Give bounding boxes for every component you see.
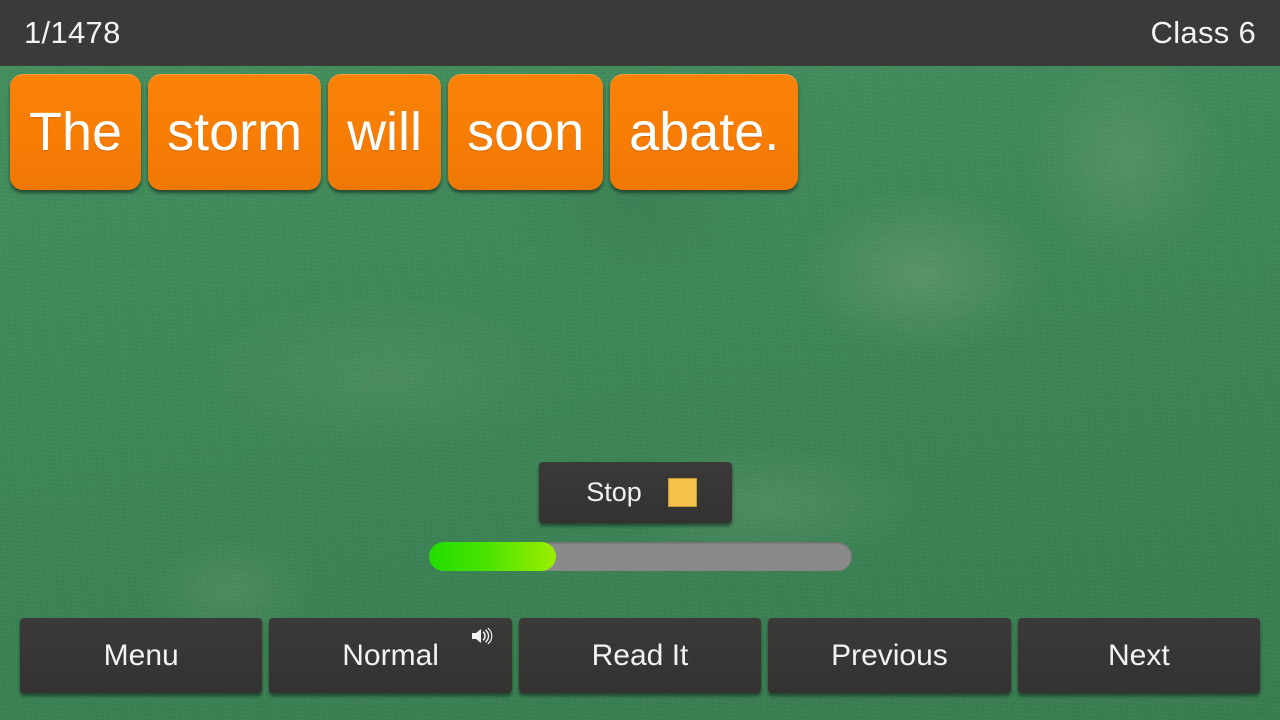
speed-normal-button-label: Normal — [342, 638, 439, 672]
class-label: Class 6 — [1150, 15, 1256, 50]
word-tile-label: The — [29, 102, 123, 162]
menu-button[interactable]: Menu — [20, 618, 263, 693]
next-button[interactable]: Next — [1017, 618, 1261, 693]
next-button-label: Next — [1107, 638, 1170, 672]
word-tile[interactable]: storm — [148, 74, 322, 190]
stop-square-icon — [667, 478, 697, 507]
speed-normal-button[interactable]: Normal — [269, 618, 512, 693]
sentence-counter: 1/1478 — [24, 15, 121, 50]
playback-progress-fill — [429, 542, 556, 571]
word-tile-label: will — [347, 102, 423, 162]
menu-button-label: Menu — [103, 638, 179, 672]
read-it-button[interactable]: Read It — [518, 618, 762, 693]
bottom-button-bar: Menu Normal Read It Previous Next — [20, 618, 1261, 693]
stop-button[interactable]: Stop — [539, 462, 732, 523]
previous-button[interactable]: Previous — [768, 618, 1011, 693]
app-root: 1/1478 Class 6 The storm will soon abate… — [0, 0, 1280, 720]
word-tile-label: abate. — [629, 102, 780, 162]
word-tile[interactable]: will — [328, 74, 442, 190]
sentence-word-tiles: The storm will soon abate. — [10, 74, 799, 190]
word-tile[interactable]: soon — [448, 74, 604, 190]
speaker-volume-icon — [471, 627, 493, 645]
previous-button-label: Previous — [831, 638, 948, 672]
read-it-button-label: Read It — [591, 638, 689, 672]
word-tile[interactable]: abate. — [610, 74, 799, 190]
stop-button-label: Stop — [586, 477, 642, 507]
word-tile[interactable]: The — [10, 74, 142, 190]
word-tile-label: storm — [167, 102, 303, 162]
playback-progress-bar[interactable] — [429, 542, 852, 571]
top-status-bar: 1/1478 Class 6 — [0, 0, 1280, 66]
word-tile-label: soon — [467, 102, 585, 162]
